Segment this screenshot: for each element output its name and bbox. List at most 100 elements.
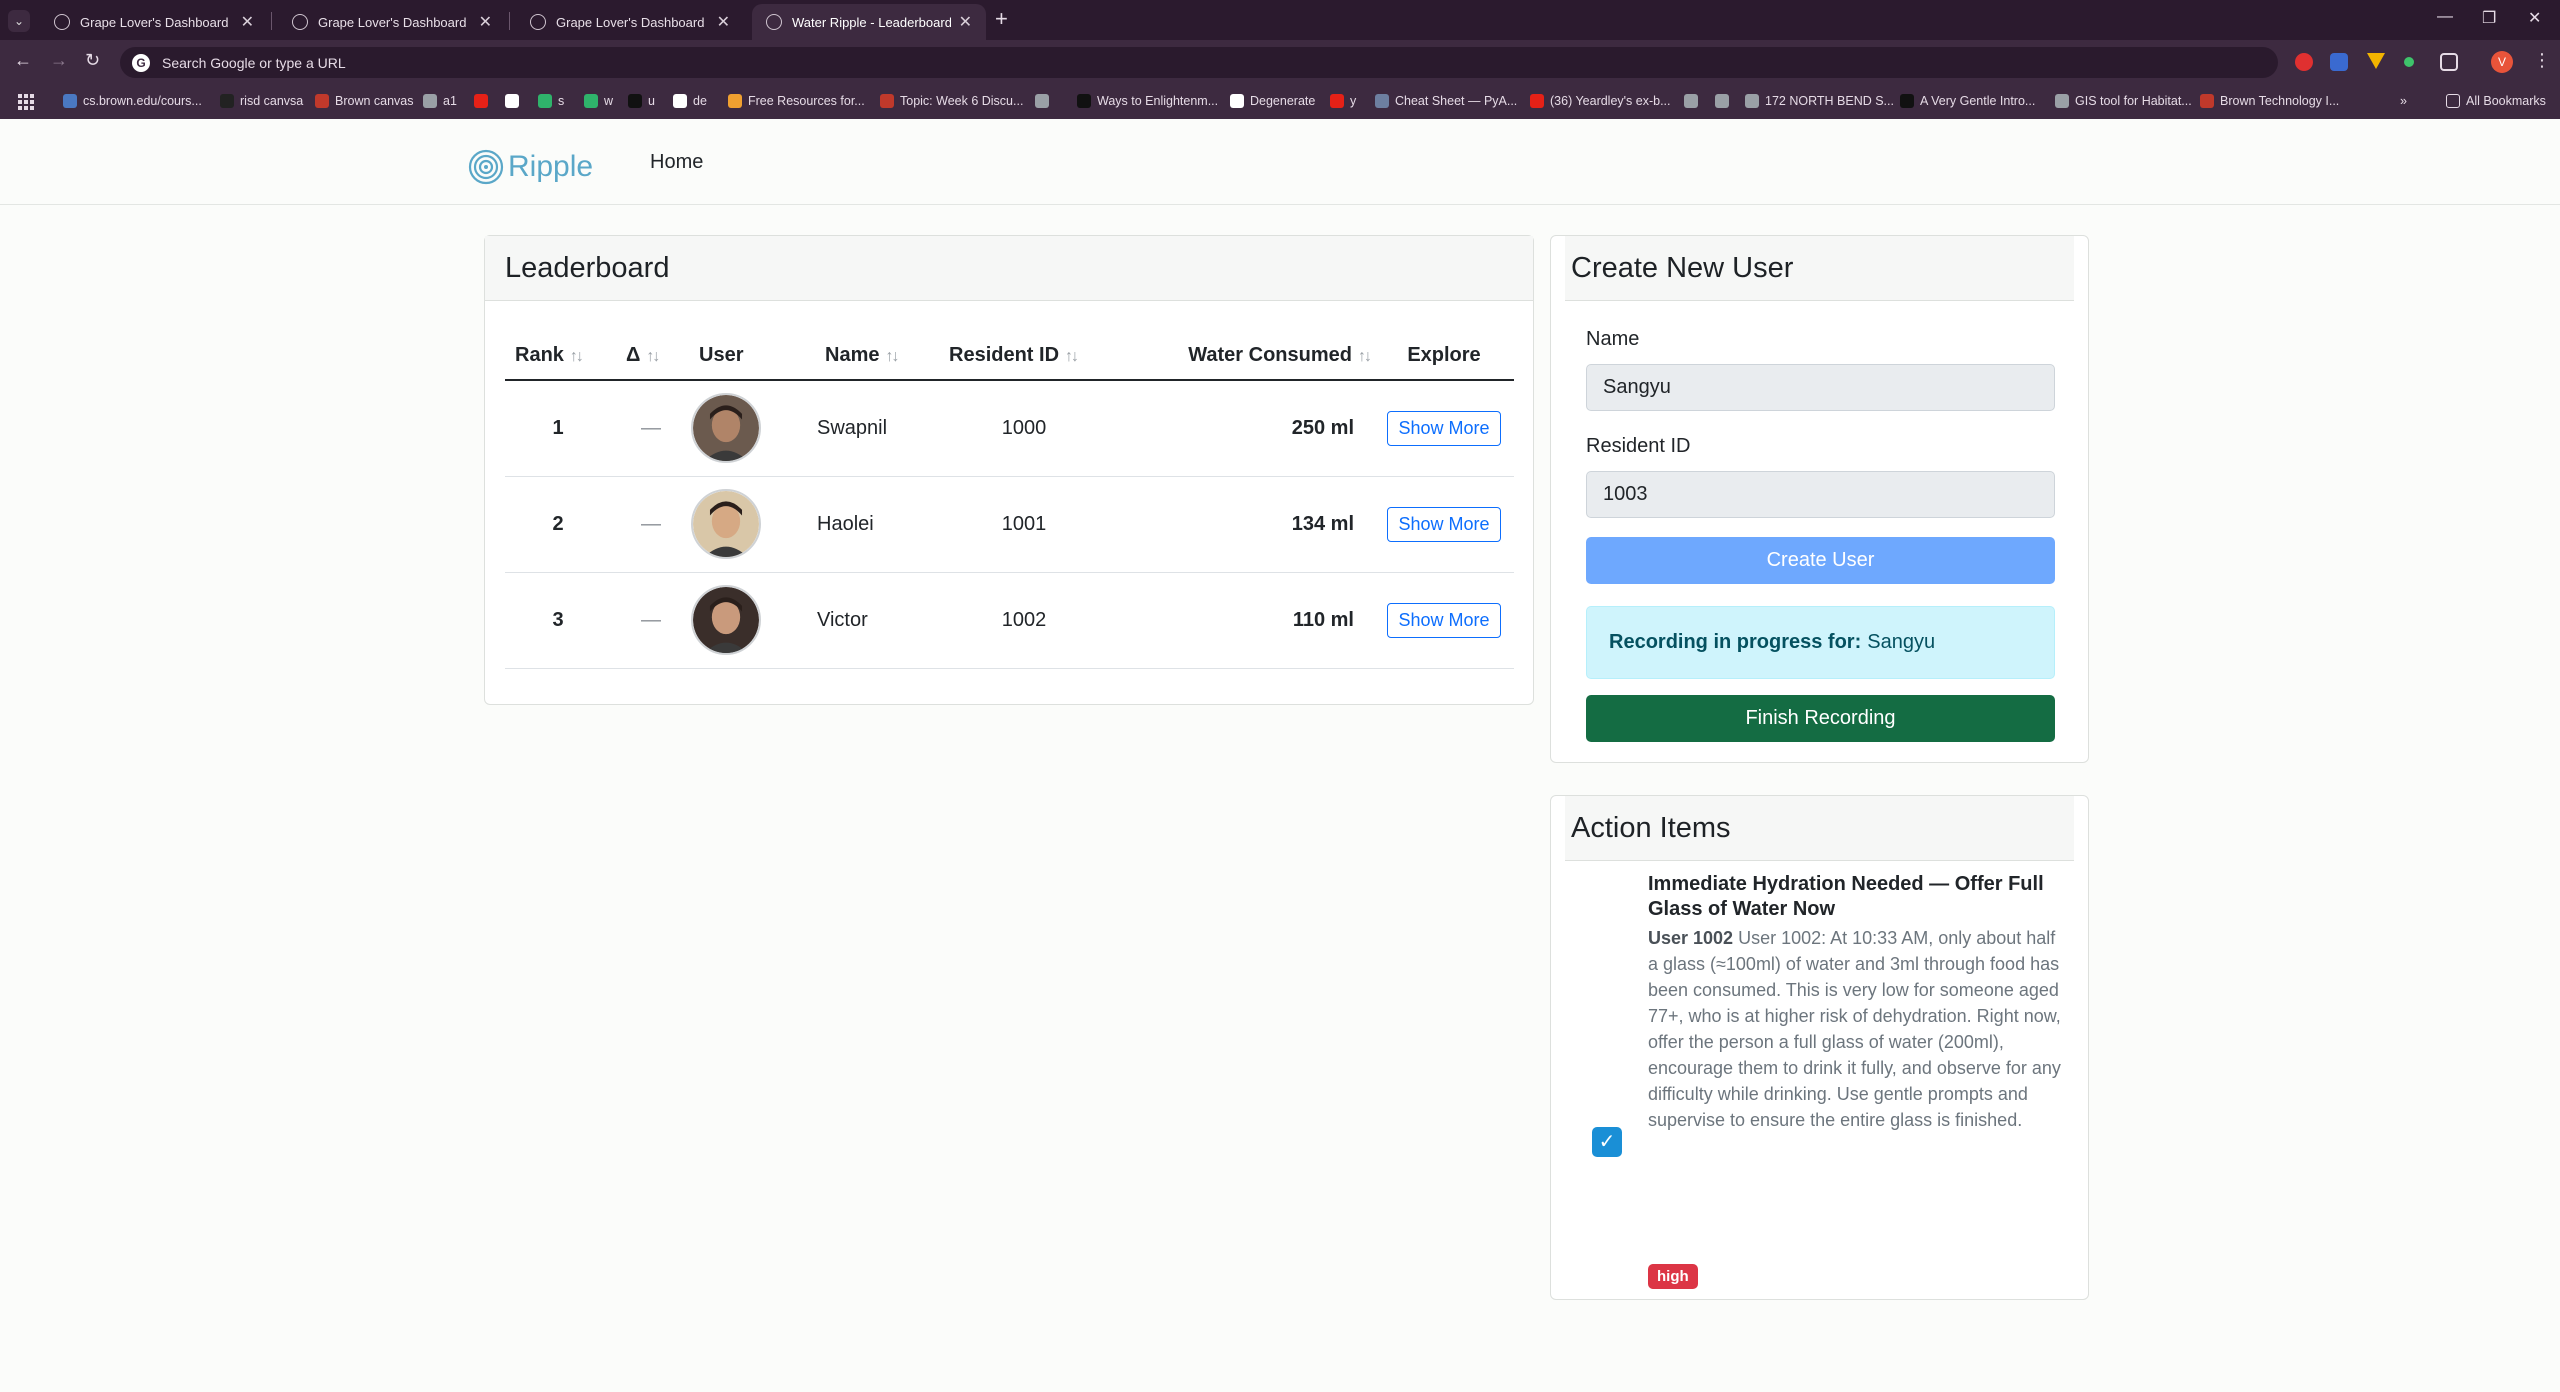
- bookmark-item[interactable]: 172 NORTH BEND S...: [1745, 94, 1894, 108]
- pokeball-extension-icon[interactable]: [2295, 53, 2313, 71]
- browser-tab-active[interactable]: Water Ripple - Leaderboard ✕: [752, 4, 986, 40]
- bookmark-label: cs.brown.edu/cours...: [83, 94, 202, 108]
- bookmark-item[interactable]: cs.brown.edu/cours...: [63, 94, 202, 108]
- nav-home-link[interactable]: Home: [650, 151, 703, 174]
- reload-icon[interactable]: ↻: [85, 50, 100, 71]
- leaderboard-table: Rank ↑↓ Δ ↑↓ User Name ↑↓ Resident ID ↑↓ Wat…: [505, 332, 1514, 669]
- bookmark-item[interactable]: GIS tool for Habitat...: [2055, 94, 2192, 108]
- recording-status-alert: Recording in progress for: Sangyu: [1586, 606, 2055, 679]
- back-arrow-icon[interactable]: ←: [14, 50, 32, 71]
- sort-icon: ↑↓: [885, 348, 899, 365]
- bookmarks-overflow-icon[interactable]: »: [2400, 94, 2407, 108]
- bookmark-item[interactable]: Cheat Sheet — PyA...: [1375, 94, 1517, 108]
- tab-search-button[interactable]: ⌄: [8, 10, 30, 32]
- user-avatar-cell: [691, 380, 817, 477]
- bookmark-label: Brown Technology I...: [2220, 94, 2340, 108]
- column-header-explore: Explore: [1374, 332, 1514, 381]
- bookmark-favicon-icon: [1035, 94, 1049, 108]
- bookmark-label: u: [648, 94, 655, 108]
- bookmark-favicon-icon: [1530, 94, 1544, 108]
- bookmark-item[interactable]: Degenerate: [1230, 94, 1315, 108]
- column-header-water-consumed[interactable]: Water Consumed ↑↓: [1109, 332, 1374, 381]
- status-dot-extension-icon[interactable]: [2404, 57, 2414, 67]
- close-icon[interactable]: ✕: [959, 12, 972, 32]
- bookmarks-bar: cs.brown.edu/cours... risd canvsa Brown ca…: [0, 85, 2560, 119]
- bookmark-item[interactable]: (36) Yeardley's ex-b...: [1530, 94, 1671, 108]
- bookmark-item[interactable]: [505, 94, 525, 108]
- browser-tab-3[interactable]: Grape Lover's Dashboard ✕: [516, 4, 744, 40]
- bookmark-favicon-icon: [628, 94, 642, 108]
- resident-id-field-label: Resident ID: [1586, 435, 1691, 457]
- column-label: Water Consumed: [1188, 344, 1352, 366]
- column-header-delta[interactable]: Δ ↑↓: [611, 332, 691, 381]
- leaderboard-card: Leaderboard Rank ↑↓ Δ ↑↓ User Name ↑↓ Resid…: [484, 235, 1534, 705]
- bookmark-favicon-icon: [1745, 94, 1759, 108]
- water-consumed-cell: 110 ml: [1109, 572, 1374, 669]
- create-user-button[interactable]: Create User: [1586, 537, 2055, 584]
- all-bookmarks-folder[interactable]: All Bookmarks: [2446, 94, 2546, 108]
- bookmark-item[interactable]: Ways to Enlightenm...: [1077, 94, 1218, 108]
- show-more-button[interactable]: Show More: [1387, 410, 1501, 446]
- screen-extension-icon[interactable]: [2330, 53, 2348, 71]
- sort-icon: ↑↓: [569, 348, 584, 365]
- forward-arrow-icon[interactable]: →: [50, 50, 68, 71]
- bookmark-item[interactable]: a1: [423, 94, 457, 108]
- more-menu-icon[interactable]: ⋮: [2533, 50, 2551, 71]
- close-icon[interactable]: ✕: [479, 12, 492, 32]
- bookmark-favicon-icon: [1375, 94, 1389, 108]
- bookmark-item[interactable]: de: [673, 94, 707, 108]
- bookmark-item[interactable]: Brown canvas: [315, 94, 414, 108]
- column-label: User: [699, 344, 744, 366]
- bookmark-item[interactable]: [1035, 94, 1055, 108]
- action-item-title: Immediate Hydration Needed — Offer Full …: [1648, 873, 2044, 920]
- column-header-name[interactable]: Name ↑↓: [817, 332, 939, 381]
- bookmark-item[interactable]: [1715, 94, 1735, 108]
- column-header-resident-id[interactable]: Resident ID ↑↓: [939, 332, 1109, 381]
- triangle-extension-icon[interactable]: [2367, 53, 2385, 69]
- bookmark-item[interactable]: y: [1330, 94, 1356, 108]
- brand-link[interactable]: Ripple: [468, 149, 593, 185]
- column-header-rank[interactable]: Rank ↑↓: [505, 332, 611, 381]
- column-label: Rank: [515, 344, 564, 366]
- avatar: [691, 393, 761, 464]
- bookmark-item[interactable]: risd canvsa: [220, 94, 303, 108]
- address-bar[interactable]: G Search Google or type a URL: [120, 47, 2278, 78]
- table-header-row: Rank ↑↓ Δ ↑↓ User Name ↑↓ Resident ID ↑↓ Wat…: [505, 332, 1514, 381]
- bookmark-item[interactable]: [474, 94, 494, 108]
- create-user-card: Create New User Name Sangyu Resident ID …: [1550, 235, 2089, 763]
- extensions-puzzle-icon[interactable]: [2440, 53, 2458, 71]
- name-cell: Swapnil: [817, 380, 939, 477]
- folder-icon: [2446, 94, 2460, 108]
- bookmark-favicon-icon: [1077, 94, 1091, 108]
- bookmark-item[interactable]: u: [628, 94, 655, 108]
- bookmark-item[interactable]: Brown Technology I...: [2200, 94, 2339, 108]
- profile-avatar[interactable]: V: [2491, 51, 2513, 73]
- bookmark-item[interactable]: w: [584, 94, 613, 108]
- minimize-icon[interactable]: —: [2437, 8, 2453, 26]
- rank-cell: 1: [505, 380, 611, 477]
- bookmark-favicon-icon: [1230, 94, 1244, 108]
- browser-tab-2[interactable]: Grape Lover's Dashboard ✕: [278, 4, 506, 40]
- table-row: 1— Swapnil 1000 250 ml Show More: [505, 380, 1514, 477]
- new-tab-button[interactable]: +: [995, 6, 1008, 32]
- resident-id-field[interactable]: 1003: [1586, 471, 2055, 518]
- close-icon[interactable]: ✕: [241, 12, 254, 32]
- column-label: Δ: [626, 344, 641, 366]
- browser-tab-1[interactable]: Grape Lover's Dashboard ✕: [40, 4, 268, 40]
- bookmark-item[interactable]: A Very Gentle Intro...: [1900, 94, 2035, 108]
- bookmark-favicon-icon: [584, 94, 598, 108]
- explore-cell: Show More: [1374, 572, 1514, 669]
- show-more-button[interactable]: Show More: [1387, 602, 1501, 638]
- finish-recording-button[interactable]: Finish Recording: [1586, 695, 2055, 742]
- bookmark-item[interactable]: Free Resources for...: [728, 94, 865, 108]
- bookmark-item[interactable]: Topic: Week 6 Discu...: [880, 94, 1023, 108]
- bookmark-item[interactable]: [1684, 94, 1704, 108]
- bookmark-label: Degenerate: [1250, 94, 1316, 108]
- window-close-icon[interactable]: ✕: [2528, 8, 2541, 28]
- apps-grid-icon[interactable]: [18, 94, 34, 110]
- name-field[interactable]: Sangyu: [1586, 364, 2055, 411]
- show-more-button[interactable]: Show More: [1387, 506, 1501, 542]
- restore-icon[interactable]: ❐: [2482, 8, 2496, 28]
- close-icon[interactable]: ✕: [717, 12, 730, 32]
- bookmark-item[interactable]: s: [538, 94, 564, 108]
